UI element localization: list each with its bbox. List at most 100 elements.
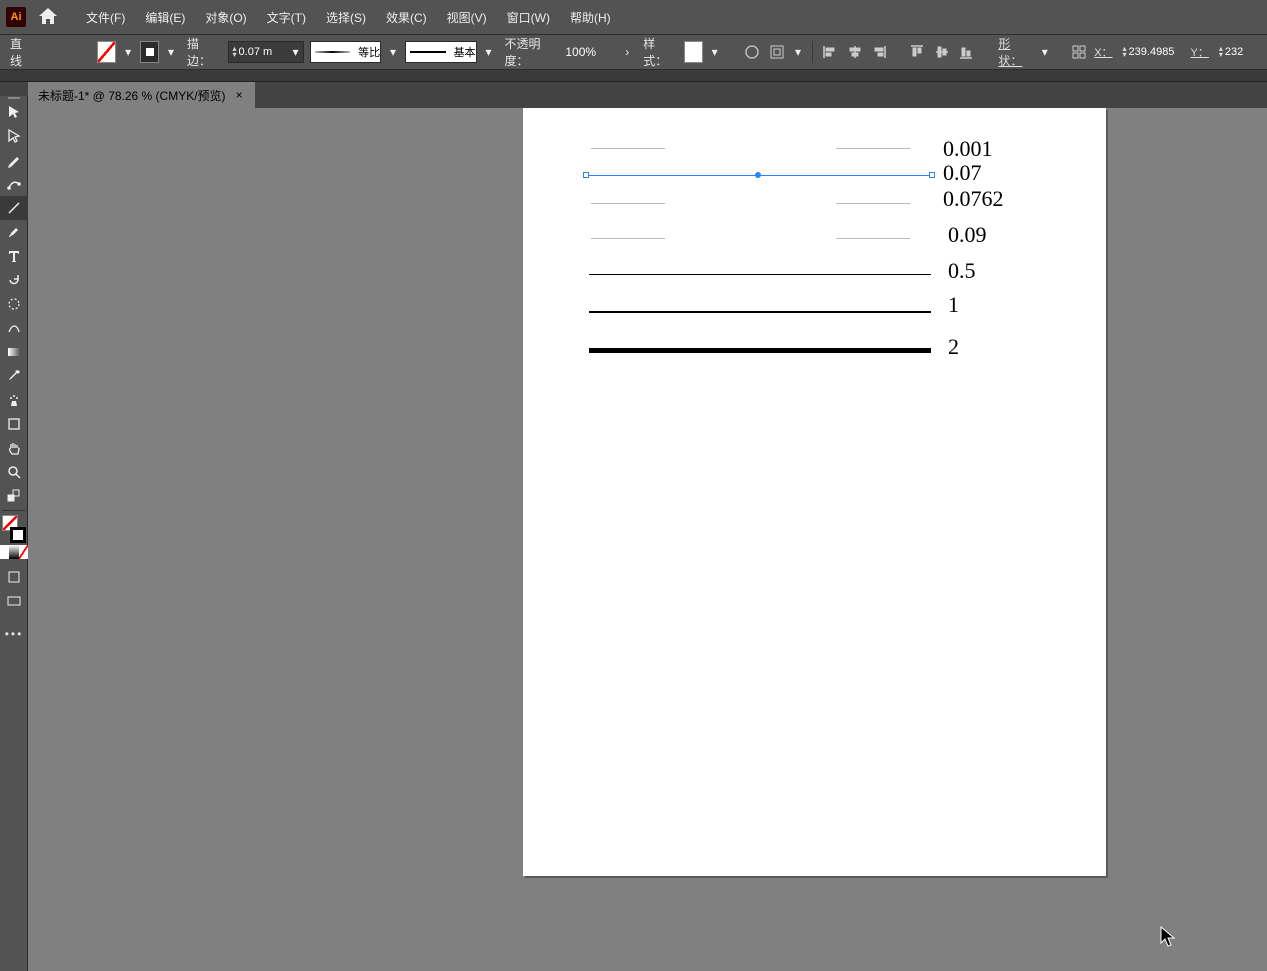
paintbrush-tool-icon[interactable]	[0, 220, 28, 244]
line-label: 0.001	[943, 136, 993, 162]
color-mode-gradient-icon[interactable]	[9, 545, 18, 559]
style-dropdown-icon[interactable]: ▾	[709, 45, 721, 59]
line-label: 0.07	[943, 160, 982, 186]
curvature-tool-icon[interactable]	[0, 172, 28, 196]
align-to-dropdown-icon[interactable]: ▾	[792, 45, 804, 59]
line-label: 2	[948, 334, 959, 360]
opacity-label: 不透明度：	[500, 35, 559, 69]
menu-type[interactable]: 文字(T)	[259, 5, 314, 30]
brush-preset[interactable]: 基本	[405, 41, 477, 63]
align-vcenter-icon[interactable]	[932, 41, 951, 63]
line-label: 0.5	[948, 258, 976, 284]
app-logo-icon: Ai	[6, 7, 26, 27]
transform-icon[interactable]	[1070, 41, 1089, 63]
toggle-fill-stroke-icon[interactable]	[0, 484, 28, 508]
line-0-5[interactable]	[589, 274, 931, 275]
tool-separator	[2, 510, 25, 511]
width-profile-dropdown-icon[interactable]: ▾	[387, 45, 399, 59]
align-top-icon[interactable]	[908, 41, 927, 63]
pen-tool-icon[interactable]	[0, 148, 28, 172]
gradient-tool-icon[interactable]	[0, 340, 28, 364]
align-to-artboard-icon[interactable]	[767, 41, 786, 63]
width-tool-icon[interactable]	[0, 316, 28, 340]
menu-bar: Ai 文件(F) 编辑(E) 对象(O) 文字(T) 选择(S) 效果(C) 视…	[0, 0, 1267, 34]
fill-dropdown-icon[interactable]: ▾	[122, 45, 134, 59]
artboard-tool-icon[interactable]	[0, 412, 28, 436]
active-tool-label: 直线	[6, 35, 34, 69]
menu-object[interactable]: 对象(O)	[197, 5, 254, 30]
menu-window[interactable]: 窗口(W)	[499, 5, 558, 30]
align-hcenter-icon[interactable]	[845, 41, 864, 63]
y-stepper[interactable]: ▴▾	[1215, 41, 1261, 63]
shape-link[interactable]: 形状：	[994, 35, 1033, 69]
width-profile-preset[interactable]: 等比	[310, 41, 382, 63]
canvas-area[interactable]: 0.001 0.07 0.0762 0.09 0.5 1 2	[28, 108, 1267, 971]
width-profile-label: 等比	[358, 44, 380, 60]
menu-file[interactable]: 文件(F)	[78, 5, 133, 30]
hand-tool-icon[interactable]	[0, 436, 28, 460]
x-input[interactable]	[1129, 46, 1181, 58]
y-label: Y：	[1191, 44, 1209, 60]
stroke-swatch[interactable]	[140, 41, 159, 63]
stroke-weight-input[interactable]	[239, 46, 291, 58]
document-tab[interactable]: 未标题-1* @ 78.26 % (CMYK/预览) ×	[28, 82, 255, 108]
stroke-label: 描边：	[183, 35, 222, 69]
ellipse-dashed-tool-icon[interactable]	[0, 292, 28, 316]
draw-mode-icon[interactable]	[0, 565, 28, 589]
close-icon[interactable]: ×	[236, 88, 243, 102]
document-tab-bar: 未标题-1* @ 78.26 % (CMYK/预览) ×	[0, 82, 1267, 108]
fill-swatch[interactable]	[97, 41, 116, 63]
document-tab-title: 未标题-1* @ 78.26 % (CMYK/预览)	[38, 87, 226, 104]
artboard[interactable]: 0.001 0.07 0.0762 0.09 0.5 1 2	[523, 108, 1106, 876]
menu-view[interactable]: 视图(V)	[439, 5, 495, 30]
line-label: 0.09	[948, 222, 987, 248]
stroke-dropdown-icon[interactable]: ▾	[165, 45, 177, 59]
selection-center-icon[interactable]	[755, 172, 761, 178]
menu-edit[interactable]: 编辑(E)	[137, 5, 193, 30]
align-right-icon[interactable]	[870, 41, 889, 63]
line-1[interactable]	[589, 311, 931, 313]
brush-preset-label: 基本	[454, 44, 476, 60]
x-label: X：	[1094, 44, 1112, 60]
edit-toolbar-icon[interactable]: •••	[0, 623, 28, 645]
x-stepper[interactable]: ▴▾	[1119, 41, 1185, 63]
tool-panel: •••	[0, 96, 28, 971]
selection-handle-left[interactable]	[583, 172, 589, 178]
home-icon[interactable]	[36, 5, 60, 29]
zoom-tool-icon[interactable]	[0, 460, 28, 484]
opacity-arrow-icon[interactable]: ›	[621, 45, 633, 59]
color-mode-none-icon[interactable]	[19, 545, 28, 559]
direct-selection-tool-icon[interactable]	[0, 124, 28, 148]
symbol-sprayer-tool-icon[interactable]	[0, 388, 28, 412]
menu-help[interactable]: 帮助(H)	[562, 5, 619, 30]
menu-select[interactable]: 选择(S)	[318, 5, 374, 30]
screen-mode-icon[interactable]	[0, 589, 28, 613]
line-label: 0.0762	[943, 186, 1004, 212]
separator	[812, 41, 813, 63]
line-segment-tool-icon[interactable]	[0, 196, 28, 220]
recolor-icon[interactable]	[743, 41, 762, 63]
graphic-style-swatch[interactable]	[684, 41, 703, 63]
selection-handle-right[interactable]	[929, 172, 935, 178]
line-2[interactable]	[589, 348, 931, 353]
stroke-weight-stepper[interactable]: ▴▾ ▾	[228, 41, 304, 63]
eyedropper-tool-icon[interactable]	[0, 364, 28, 388]
brush-dropdown-icon[interactable]: ▾	[483, 45, 495, 59]
selection-tool-icon[interactable]	[0, 100, 28, 124]
rotate-tool-icon[interactable]	[0, 268, 28, 292]
fill-stroke-indicator[interactable]	[0, 513, 28, 545]
dock-strip	[0, 70, 1267, 82]
style-label: 样式：	[639, 35, 678, 69]
shape-dropdown-icon[interactable]: ▾	[1039, 45, 1051, 59]
type-tool-icon[interactable]	[0, 244, 28, 268]
align-left-icon[interactable]	[821, 41, 840, 63]
line-label: 1	[948, 292, 959, 318]
stroke-indicator-icon[interactable]	[10, 527, 26, 543]
color-mode-solid-icon[interactable]	[0, 545, 9, 559]
opacity-input[interactable]	[565, 45, 615, 59]
align-bottom-icon[interactable]	[957, 41, 976, 63]
y-input[interactable]	[1225, 46, 1257, 58]
color-mode-strip[interactable]	[0, 545, 28, 559]
menu-effect[interactable]: 效果(C)	[378, 5, 435, 30]
options-bar: 直线 ▾ ▾ 描边： ▴▾ ▾ 等比 ▾ 基本 ▾ 不透明度： › 样式： ▾ …	[0, 34, 1267, 70]
